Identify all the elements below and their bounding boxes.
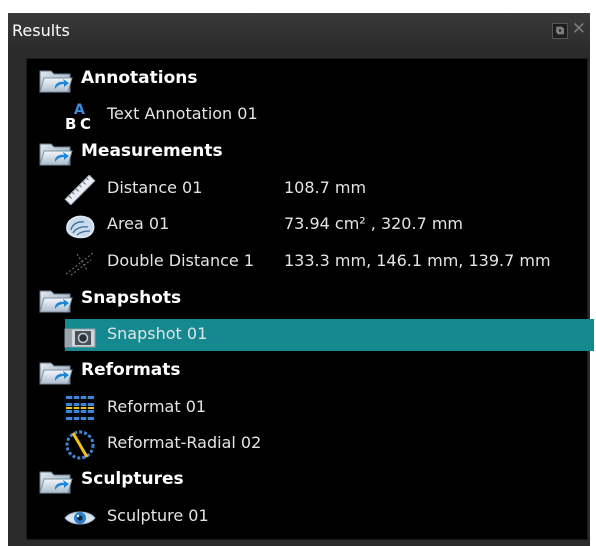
area-icon: [66, 215, 95, 239]
eye-icon: [64, 511, 96, 525]
tree-item-snapshot-01[interactable]: Snapshot 01: [27, 317, 587, 353]
results-panel: Results ⧉ ✕ Annotations A B C Text Annot…: [8, 13, 594, 546]
item-value: 73.94 cm² , 320.7 mm: [284, 214, 464, 233]
svg-text:B: B: [65, 115, 76, 131]
item-value: 133.3 mm, 146.1 mm, 139.7 mm: [284, 251, 551, 270]
group-annotations[interactable]: Annotations: [27, 61, 587, 97]
item-label: Area 01: [107, 214, 170, 233]
item-label: Sculpture 01: [107, 506, 209, 525]
folder-icon: [39, 67, 73, 94]
double-distance-icon: [65, 252, 94, 276]
tree-item-reformat-01[interactable]: Reformat 01: [27, 390, 587, 426]
group-label: Reformats: [81, 360, 181, 380]
item-label: Snapshot 01: [107, 324, 208, 343]
item-label: Reformat-Radial 02: [107, 433, 262, 452]
camera-icon: [64, 328, 96, 348]
tree-item-area-01[interactable]: Area 01 73.94 cm² , 320.7 mm: [27, 207, 587, 243]
text-annotation-icon: A B C: [65, 102, 91, 131]
tree-item-reformat-radial-02[interactable]: Reformat-Radial 02: [27, 426, 587, 462]
title-bar: Results ⧉ ✕: [8, 13, 590, 49]
group-sculptures[interactable]: Sculptures: [27, 462, 587, 498]
ruler-icon: [64, 175, 96, 205]
item-value: 108.7 mm: [284, 178, 367, 197]
group-label: Measurements: [81, 141, 223, 161]
item-label: Reformat 01: [107, 397, 207, 416]
folder-icon: [39, 468, 73, 495]
results-tree[interactable]: Annotations A B C Text Annotation 01 Mea…: [26, 58, 594, 540]
reformat-radial-icon: [65, 430, 95, 460]
tree-item-double-distance-1[interactable]: Double Distance 1 133.3 mm, 146.1 mm, 13…: [27, 244, 587, 280]
group-measurements[interactable]: Measurements: [27, 134, 587, 170]
group-label: Sculptures: [81, 469, 184, 489]
folder-icon: [39, 140, 73, 167]
tree-item-sculpture-01[interactable]: Sculpture 01: [27, 499, 587, 535]
svg-text:C: C: [80, 115, 91, 131]
reformat-grid-icon: [66, 394, 94, 424]
tree-item-text-annotation-01[interactable]: A B C Text Annotation 01: [27, 97, 587, 133]
tree-item-distance-01[interactable]: Distance 01 108.7 mm: [27, 171, 587, 207]
folder-icon: [39, 359, 73, 386]
panel-title: Results: [12, 21, 70, 40]
folder-icon: [39, 287, 73, 314]
item-label: Text Annotation 01: [107, 104, 258, 123]
close-icon[interactable]: ✕: [572, 20, 586, 38]
item-label: Distance 01: [107, 178, 203, 197]
group-label: Snapshots: [81, 288, 182, 308]
item-label: Double Distance 1: [107, 251, 255, 270]
float-window-icon[interactable]: ⧉: [552, 23, 568, 39]
group-reformats[interactable]: Reformats: [27, 353, 587, 389]
group-snapshots[interactable]: Snapshots: [27, 281, 587, 317]
group-label: Annotations: [81, 68, 198, 88]
